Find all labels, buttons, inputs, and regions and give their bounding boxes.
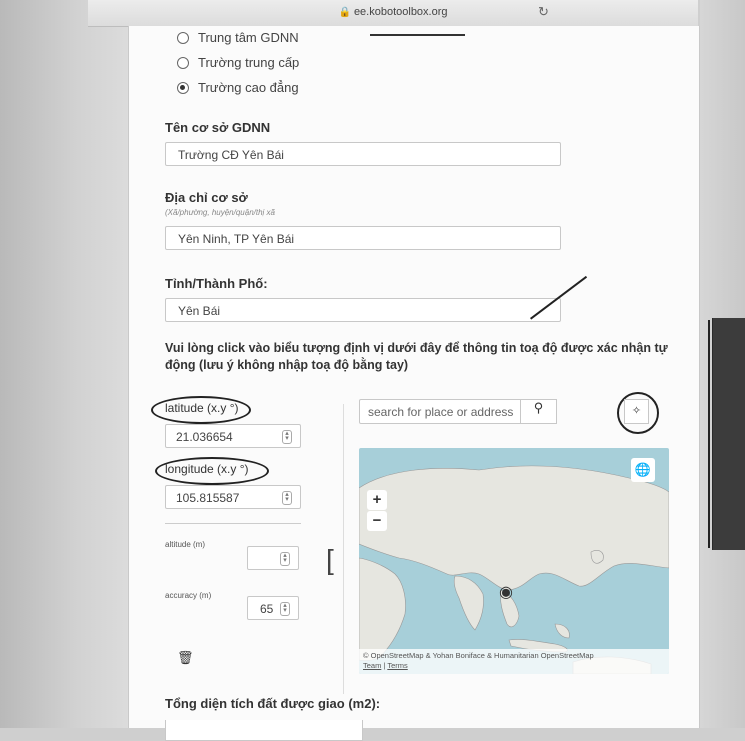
attribution-terms-link[interactable]: Terms [387,661,407,670]
search-button[interactable]: ⚲ [520,399,557,424]
world-map-graphic [359,465,669,674]
latitude-value: 21.036654 [176,430,233,444]
longitude-value: 105.815587 [176,491,240,505]
dia-chi-input[interactable]: Yên Ninh, TP Yên Bái [165,226,561,250]
trash-icon[interactable]: 🗑 [177,650,194,666]
map-marker-icon: ◉ [499,584,513,601]
tong-dien-tich-input[interactable] [165,720,363,741]
radio-label: Trường trung cấp [198,55,300,70]
map-attribution: © OpenStreetMap & Yohan Boniface & Human… [359,649,669,674]
radio-circle[interactable] [177,31,189,44]
radio-label: Trường cao đẳng [198,80,299,95]
altitude-input[interactable]: ▴ ▾ [247,546,299,570]
form-page: Trung tâm GDNN Trường trung cấp Trường c… [128,26,700,741]
attribution-team-link[interactable]: Team [363,661,381,670]
radio-circle[interactable] [177,56,189,69]
annotation-line [708,320,710,548]
url-text: ee.kobotoolbox.org [353,6,448,18]
zoom-in-button[interactable]: + [367,490,387,510]
longitude-label: longitude (x.y °) [165,462,249,476]
divider [165,523,301,524]
locate-button[interactable]: ✧ [624,399,649,424]
spinner-icon[interactable]: ▴ ▾ [280,602,290,616]
dia-chi-hint: (Xã/phường, huyện/quận/thị xã [165,208,275,217]
browser-address-bar: 🔒 ee.kobotoolbox.org ↻ [88,0,698,27]
photo-background-left [0,0,130,728]
globe-icon[interactable]: 🌐 [631,458,655,482]
accuracy-input[interactable]: 65 ▴ ▾ [247,596,299,620]
map-search-input[interactable]: search for place or address [359,399,521,424]
radio-option-cao-dang[interactable]: Trường cao đẳng [177,80,299,95]
latitude-input[interactable]: 21.036654 ▴ ▾ [165,424,301,448]
attribution-text: © OpenStreetMap & Yohan Boniface & Human… [363,651,594,660]
longitude-input[interactable]: 105.815587 ▴ ▾ [165,485,301,509]
column-separator [343,404,344,694]
radio-option-trung-cap[interactable]: Trường trung cấp [177,55,299,70]
reload-icon[interactable]: ↻ [538,4,549,20]
bracket-glyph: [ [326,544,334,575]
zoom-out-button[interactable]: − [367,511,387,531]
radio-label: Trung tâm GDNN [198,30,299,45]
radio-circle-checked[interactable] [177,81,189,94]
map-view[interactable]: + − 🌐 ◉ © OpenStreetMap & Yohan Boniface… [359,448,669,674]
altitude-label: altitude (m) [165,540,206,549]
radio-option-trung-tam[interactable]: Trung tâm GDNN [177,30,299,45]
dia-chi-label: Địa chỉ cơ sở [165,190,248,205]
tinh-input[interactable]: Yên Bái [165,298,561,322]
geo-question-label: Vui lòng click vào biểu tượng định vị dư… [165,341,668,372]
latitude-label: latitude (x.y °) [165,401,239,415]
accuracy-value: 65 [260,602,274,616]
spinner-icon[interactable]: ▴ ▾ [282,491,292,505]
tinh-label: Tỉnh/Thành Phố: [165,276,268,291]
accuracy-label: accuracy (m) [165,591,212,600]
spinner-icon[interactable]: ▴ ▾ [282,430,292,444]
ten-co-so-label: Tên cơ sở GDNN [165,120,271,135]
url-display[interactable]: 🔒 ee.kobotoolbox.org [88,6,698,18]
search-icon: ⚲ [533,400,544,415]
ten-co-so-input[interactable]: Trường CĐ Yên Bái [165,142,561,166]
lock-icon: 🔒 [338,7,351,18]
spinner-icon[interactable]: ▴ ▾ [280,552,290,566]
tong-dien-tich-label: Tổng diện tích đất được giao (m2): [165,696,381,711]
crosshair-icon: ✧ [631,405,642,417]
dark-side-block [712,318,745,550]
top-rule [370,34,465,36]
